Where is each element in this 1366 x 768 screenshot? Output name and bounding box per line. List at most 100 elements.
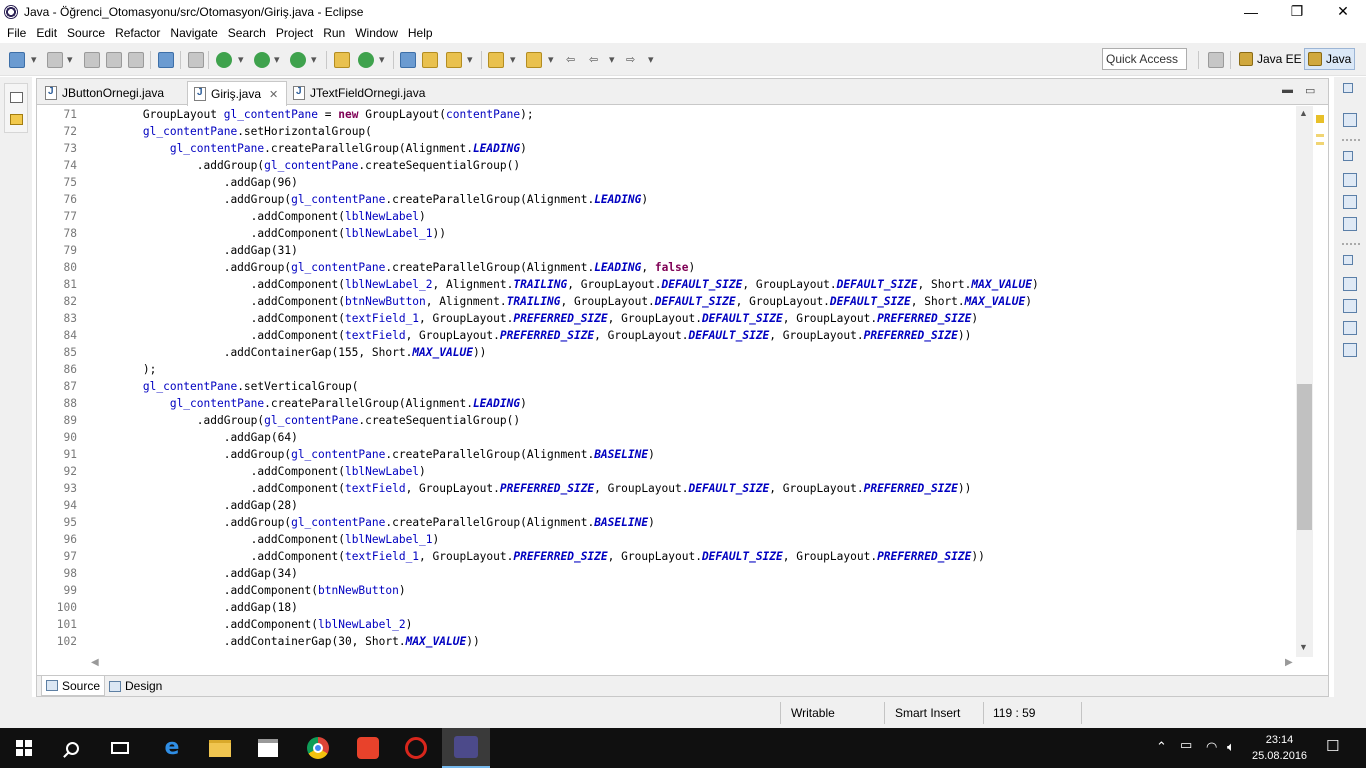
terminal-icon[interactable]	[158, 52, 174, 68]
start-button[interactable]	[0, 728, 48, 768]
taskbar-app-ring[interactable]	[392, 728, 440, 768]
debug-dropdown-icon[interactable]: ▾	[238, 53, 246, 69]
debug-icon[interactable]	[216, 52, 232, 68]
previous-annotation-dropdown-icon[interactable]: ▾	[548, 53, 556, 69]
menu-project[interactable]: Project	[271, 23, 318, 43]
forward-dropdown-icon[interactable]: ▾	[648, 53, 656, 69]
print-icon[interactable]	[128, 52, 144, 68]
taskbar-file-explorer[interactable]	[196, 728, 244, 768]
restore-view-icon[interactable]	[1343, 255, 1353, 265]
search-button[interactable]	[48, 728, 96, 768]
menu-search[interactable]: Search	[223, 23, 271, 43]
menu-edit[interactable]: Edit	[31, 23, 62, 43]
menu-navigate[interactable]: Navigate	[165, 23, 222, 43]
new-java-package-icon[interactable]	[334, 52, 350, 68]
search-icon	[65, 741, 79, 755]
restore-view-icon[interactable]	[10, 92, 23, 103]
new-icon[interactable]	[9, 52, 25, 68]
menu-file[interactable]: File	[2, 23, 31, 43]
scroll-down-icon[interactable]: ▼	[1299, 642, 1308, 652]
close-tab-icon[interactable]: ✕	[269, 88, 278, 101]
new-project-icon[interactable]	[47, 52, 63, 68]
back-dropdown-icon[interactable]: ▾	[609, 53, 617, 69]
horizontal-scrollbar[interactable]: ◀ ▶	[89, 657, 1313, 672]
quick-access-input[interactable]: Quick Access	[1102, 48, 1187, 70]
task-view-button[interactable]	[96, 728, 144, 768]
taskbar-chrome[interactable]	[294, 728, 342, 768]
tab-jtextfieldornegi[interactable]: JTextFieldOrnegi.java	[287, 81, 433, 105]
save-icon[interactable]	[84, 52, 100, 68]
scrollbar-thumb[interactable]	[1297, 384, 1312, 530]
declaration-icon[interactable]	[1343, 321, 1357, 335]
menu-source[interactable]: Source	[62, 23, 110, 43]
wifi-icon[interactable]: ◠	[1206, 740, 1217, 755]
minimize-button[interactable]: —	[1228, 0, 1274, 23]
menu-run[interactable]: Run	[318, 23, 350, 43]
console-icon[interactable]	[1343, 343, 1357, 357]
restore-button[interactable]: ❐	[1274, 0, 1320, 23]
taskbar-store[interactable]	[244, 728, 292, 768]
forward-icon[interactable]: ⇨	[626, 53, 640, 69]
new-java-class-icon[interactable]	[358, 52, 374, 68]
taskbar-eclipse[interactable]	[442, 728, 490, 768]
new-project-dropdown-icon[interactable]: ▾	[67, 53, 75, 69]
last-edit-icon[interactable]: ⇦	[566, 53, 580, 69]
battery-icon[interactable]: ▭	[1180, 738, 1192, 753]
overview-ruler[interactable]	[1313, 106, 1328, 657]
next-annotation-dropdown-icon[interactable]: ▾	[510, 53, 518, 69]
new-class-dropdown-icon[interactable]: ▾	[379, 53, 387, 69]
chevron-up-icon[interactable]: ⌃	[1156, 740, 1167, 755]
new-dropdown-icon[interactable]: ▾	[31, 53, 39, 69]
scroll-right-icon[interactable]: ▶	[1285, 657, 1293, 668]
back-icon[interactable]: ⇦	[589, 53, 603, 69]
run-dropdown-icon[interactable]: ▾	[274, 53, 282, 69]
outline-icon[interactable]	[1343, 173, 1357, 187]
run-external-tool-icon[interactable]	[290, 52, 306, 68]
notification-icon[interactable]: ☐	[1326, 737, 1339, 755]
open-type-icon[interactable]	[400, 52, 416, 68]
scroll-up-icon[interactable]: ▲	[1299, 108, 1308, 118]
open-perspective-icon[interactable]	[1208, 52, 1224, 68]
hierarchy-icon[interactable]	[1343, 195, 1357, 209]
restore-view-icon[interactable]	[1343, 151, 1353, 161]
menu-window[interactable]: Window	[350, 23, 403, 43]
package-explorer-icon[interactable]	[10, 114, 23, 125]
occurrence-marker[interactable]	[1316, 134, 1324, 137]
bookmarks-icon[interactable]	[1343, 217, 1357, 231]
open-task-icon[interactable]	[422, 52, 438, 68]
tab-design[interactable]: Design	[105, 676, 166, 696]
close-window-button[interactable]: ✕	[1320, 0, 1366, 23]
restore-view-icon[interactable]	[1343, 83, 1353, 93]
code-text: .addComponent(btnNewButton)	[89, 584, 406, 597]
perspective-java-ee[interactable]: Java EE	[1236, 48, 1305, 70]
external-tool-dropdown-icon[interactable]: ▾	[311, 53, 319, 69]
vertical-scrollbar[interactable]: ▲ ▼	[1296, 106, 1313, 657]
skip-breakpoints-icon[interactable]	[188, 52, 204, 68]
save-all-icon[interactable]	[106, 52, 122, 68]
task-list-icon[interactable]	[1343, 113, 1357, 127]
maximize-editor-icon[interactable]: ▭	[1305, 84, 1315, 97]
minimize-editor-icon[interactable]: ▬	[1282, 84, 1293, 96]
tab-source[interactable]: Source	[41, 676, 106, 696]
search-toolbar-icon[interactable]	[446, 52, 462, 68]
menu-refactor[interactable]: Refactor	[110, 23, 165, 43]
search-dropdown-icon[interactable]: ▾	[467, 53, 475, 69]
warning-marker[interactable]	[1316, 115, 1324, 123]
next-annotation-icon[interactable]	[488, 52, 504, 68]
perspective-java[interactable]: Java	[1304, 48, 1356, 70]
occurrence-marker[interactable]	[1316, 142, 1324, 145]
tab-jbuttonornegi[interactable]: JButtonOrnegi.java	[39, 81, 172, 105]
taskbar-app-red[interactable]	[344, 728, 392, 768]
scroll-left-icon[interactable]: ◀	[91, 657, 99, 668]
taskbar-edge[interactable]: e	[148, 728, 196, 768]
run-icon[interactable]	[254, 52, 270, 68]
taskbar-clock[interactable]: 23:14 25.08.2016	[1252, 732, 1307, 764]
volume-icon[interactable]: 🔈︎	[1227, 740, 1235, 755]
previous-annotation-icon[interactable]	[526, 52, 542, 68]
tab-giris[interactable]: Giriş.java ✕	[187, 81, 288, 106]
javadoc-icon[interactable]	[1343, 299, 1357, 313]
code-text: .addGap(96)	[89, 176, 298, 189]
problems-icon[interactable]	[1343, 277, 1357, 291]
code-editor[interactable]: 71 GroupLayout gl_contentPane = new Grou…	[37, 106, 1296, 652]
menu-help[interactable]: Help	[403, 23, 438, 43]
